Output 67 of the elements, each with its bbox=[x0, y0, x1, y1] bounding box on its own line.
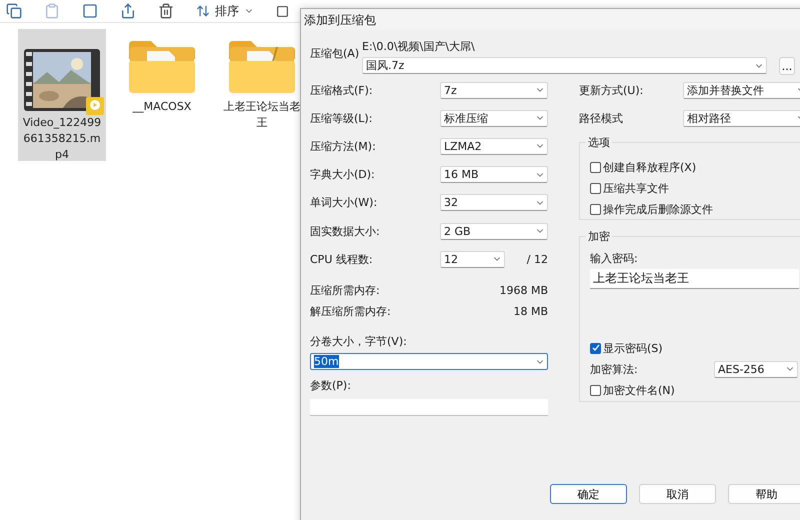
checkbox[interactable] bbox=[590, 342, 601, 354]
dropdown[interactable]: 标准压缩 bbox=[440, 110, 548, 127]
checkbox-label: 显示密码(S) bbox=[603, 340, 663, 356]
field-label: 参数(P): bbox=[310, 378, 352, 394]
checkbox[interactable] bbox=[590, 204, 601, 215]
file-name: __MACOSX bbox=[132, 99, 192, 115]
dropdown[interactable]: AES-256 bbox=[714, 360, 798, 378]
parameters-field[interactable] bbox=[310, 399, 548, 416]
checkbox[interactable] bbox=[590, 162, 601, 174]
info-value: 1968 MB bbox=[499, 284, 548, 298]
password-field[interactable]: 上老王论坛当老王 bbox=[590, 269, 799, 290]
dropdown[interactable]: 32 bbox=[440, 194, 548, 212]
field-label: 压缩包(A) bbox=[310, 46, 360, 62]
field-label: 加密算法: bbox=[590, 362, 639, 377]
info-label: 解压缩所需内存: bbox=[310, 304, 392, 320]
info-label: 压缩所需内存: bbox=[310, 283, 381, 298]
file-tile[interactable]: __MACOSX bbox=[118, 29, 206, 161]
dropdown[interactable]: 添加并替换文件 bbox=[683, 82, 800, 99]
checkbox-label: 操作完成后删除源文件 bbox=[603, 202, 713, 217]
field-label: 输入密码: bbox=[590, 251, 639, 266]
sort-icon[interactable] bbox=[196, 4, 210, 18]
field-label: 单词大小(W): bbox=[310, 195, 378, 210]
rename-icon[interactable] bbox=[82, 3, 98, 19]
dropdown[interactable]: 2 GB bbox=[440, 222, 548, 240]
file-name: 上老王论坛当老王 bbox=[222, 99, 302, 131]
dropdown[interactable]: LZMA2 bbox=[440, 138, 548, 155]
field-label: 压缩格式(F): bbox=[310, 82, 374, 98]
dropdown[interactable]: 12 bbox=[440, 250, 505, 268]
checkbox-label: 压缩共享文件 bbox=[603, 180, 669, 196]
file-tile[interactable]: Video_122499661358215.mp4 bbox=[18, 29, 106, 161]
checkbox[interactable] bbox=[590, 182, 601, 194]
file-tile[interactable]: 上老王论坛当老王 bbox=[218, 29, 306, 161]
folder-icon bbox=[127, 39, 197, 95]
window-title: 添加到压缩包 bbox=[304, 12, 376, 28]
field-label: 路径模式 bbox=[579, 110, 624, 126]
field-label: 压缩方法(M): bbox=[310, 138, 377, 154]
view-icon[interactable] bbox=[276, 4, 289, 18]
group-title: 加密 bbox=[586, 229, 612, 244]
archive-name-combo[interactable]: 国风.7z bbox=[362, 57, 767, 74]
checkbox-label: 加密文件名(N) bbox=[603, 383, 675, 398]
checkbox[interactable] bbox=[590, 385, 601, 396]
dialog-button[interactable]: 确定 bbox=[550, 484, 627, 504]
checkbox-label: 创建自释放程序(X) bbox=[603, 160, 696, 176]
dropdown[interactable]: 相对路径 bbox=[683, 110, 800, 127]
info-value: 18 MB bbox=[513, 305, 548, 318]
dropdown[interactable]: 7z bbox=[440, 82, 548, 99]
field-label: 压缩等级(L): bbox=[310, 110, 374, 126]
dialog-button[interactable]: 取消 bbox=[639, 484, 716, 504]
delete-icon[interactable] bbox=[158, 3, 174, 19]
field-label: 固实数据大小: bbox=[310, 224, 381, 239]
archive-path: E:\0.0\视频\国产\大屌\ bbox=[362, 39, 476, 54]
share-icon[interactable] bbox=[120, 3, 136, 19]
group-title: 选项 bbox=[586, 135, 612, 150]
file-name: Video_122499661358215.mp4 bbox=[22, 115, 102, 163]
dialog-button[interactable]: 帮助 bbox=[728, 484, 800, 504]
field-label: 字典大小(D): bbox=[310, 167, 376, 182]
volume-size-combo[interactable]: 50m bbox=[310, 353, 548, 370]
play-badge-icon bbox=[86, 97, 104, 115]
sort-menu[interactable]: 排序 bbox=[215, 2, 239, 20]
field-label: 更新方式(U): bbox=[579, 82, 644, 98]
folder-with-pen-icon bbox=[227, 39, 297, 95]
thread-max: / 12 bbox=[526, 252, 548, 266]
field-label: 分卷大小，字节(V): bbox=[310, 334, 408, 350]
copy-icon[interactable] bbox=[6, 3, 22, 19]
field-label: CPU 线程数: bbox=[310, 252, 374, 267]
browse-button[interactable]: ... bbox=[779, 57, 795, 75]
dropdown[interactable]: 16 MB bbox=[440, 166, 548, 184]
